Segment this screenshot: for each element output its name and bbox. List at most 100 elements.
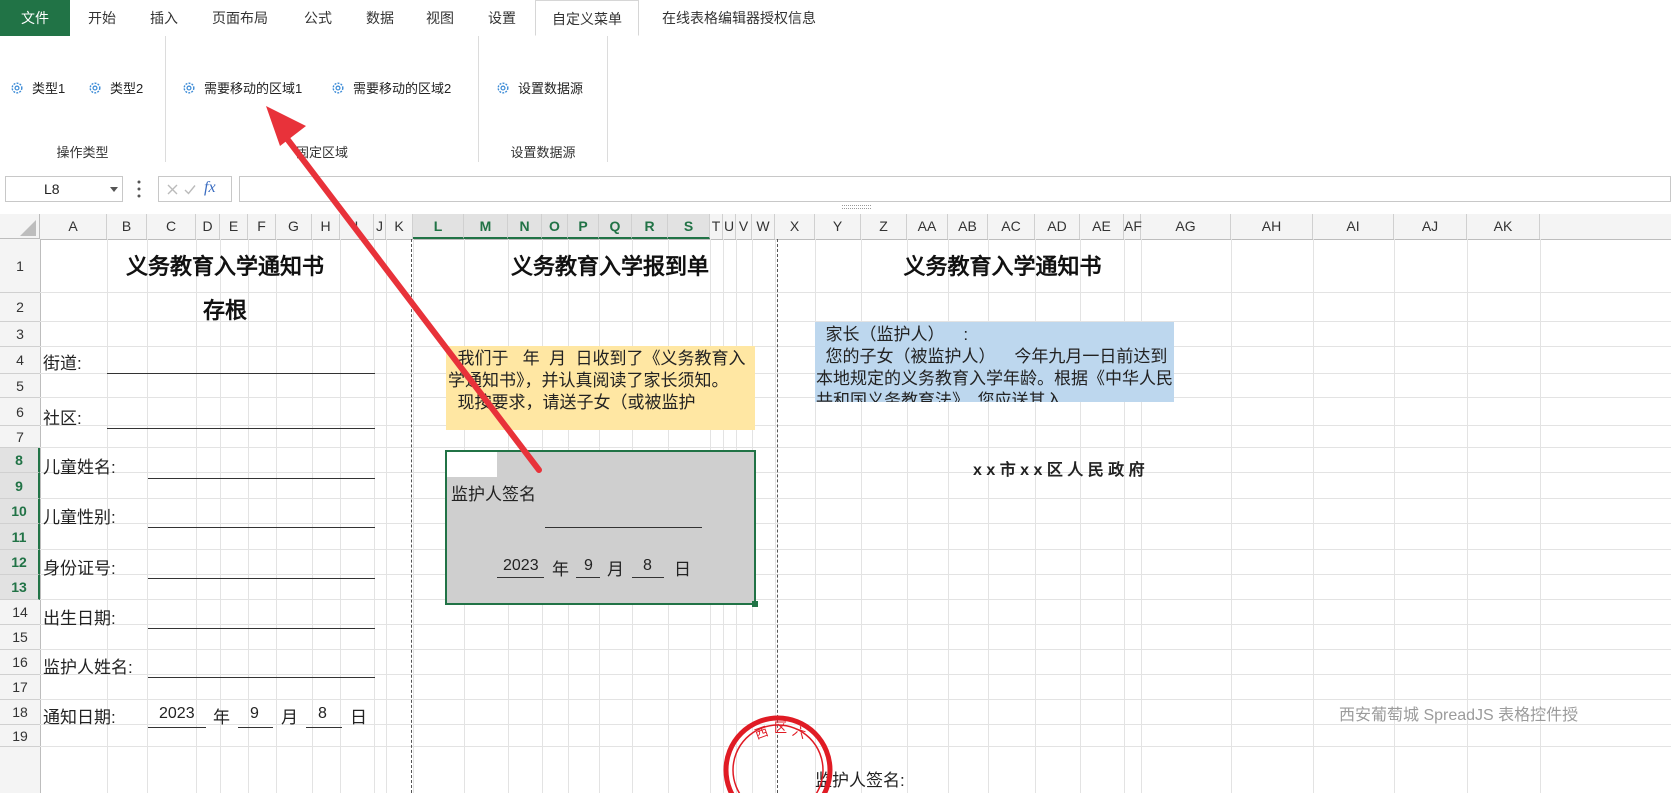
row-header-5[interactable]: 5 xyxy=(0,374,40,398)
column-header-g[interactable]: G xyxy=(276,214,312,239)
row-header-9[interactable]: 9 xyxy=(0,473,40,499)
fill-handle[interactable] xyxy=(752,601,758,607)
tab-home[interactable]: 开始 xyxy=(74,0,130,36)
column-header-l[interactable]: L xyxy=(413,214,464,239)
gridline-vertical xyxy=(413,239,414,793)
tab-file[interactable]: 文件 xyxy=(0,0,70,36)
set-datasource-button[interactable]: 设置数据源 xyxy=(496,78,583,100)
formula-input[interactable] xyxy=(239,176,1671,202)
more-vertical-icon[interactable] xyxy=(136,178,142,200)
column-header-ad[interactable]: AD xyxy=(1035,214,1080,239)
column-header-i[interactable]: I xyxy=(340,214,374,239)
street-underline xyxy=(107,373,375,374)
row-header-4[interactable]: 4 xyxy=(0,347,40,374)
row-header-16[interactable]: 16 xyxy=(0,650,40,675)
column-header-t[interactable]: T xyxy=(710,214,723,239)
tab-page-layout[interactable]: 页面布局 xyxy=(200,0,280,36)
row-header-14[interactable]: 14 xyxy=(0,600,40,625)
column-header-f[interactable]: F xyxy=(248,214,276,239)
column-header-ag[interactable]: AG xyxy=(1141,214,1231,239)
row-header-15[interactable]: 15 xyxy=(0,625,40,650)
check-icon[interactable] xyxy=(184,184,196,195)
tab-data[interactable]: 数据 xyxy=(352,0,408,36)
cancel-icon[interactable] xyxy=(167,184,178,195)
report-paragraph: 我们于 年 月 日收到了《义务教育入学通知书》，并认真阅读了家长须知。 现按要求… xyxy=(448,349,746,412)
tab-license-info[interactable]: 在线表格编辑器授权信息 xyxy=(646,0,832,36)
move-area2-button[interactable]: 需要移动的区域2 xyxy=(331,78,451,100)
guardian-sign-underline xyxy=(545,527,702,528)
tab-formula[interactable]: 公式 xyxy=(290,0,346,36)
column-header-aj[interactable]: AJ xyxy=(1394,214,1467,239)
row-header-13[interactable]: 13 xyxy=(0,575,40,600)
column-header-ah[interactable]: AH xyxy=(1231,214,1313,239)
column-header-z[interactable]: Z xyxy=(861,214,907,239)
column-header-aa[interactable]: AA xyxy=(907,214,948,239)
column-header-r[interactable]: R xyxy=(632,214,668,239)
cell-area[interactable]: 义务教育入学通知书 存根 街道: 社区: 儿童姓名: 儿童性别: 身份证号: 出… xyxy=(40,239,1671,793)
row-header-8[interactable]: 8 xyxy=(0,448,40,473)
svg-text:西: 西 xyxy=(753,724,770,743)
report-paragraph-cell[interactable]: 我们于 年 月 日收到了《义务教育入学通知书》，并认真阅读了家长须知。 现按要求… xyxy=(446,346,755,430)
row-header-12[interactable]: 12 xyxy=(0,550,40,575)
column-header-u[interactable]: U xyxy=(723,214,736,239)
group-label-op-type: 操作类型 xyxy=(56,145,109,160)
column-header-s[interactable]: S xyxy=(668,214,710,239)
street-label: 街道: xyxy=(43,354,82,373)
column-header-o[interactable]: O xyxy=(542,214,568,239)
move-area1-button[interactable]: 需要移动的区域1 xyxy=(182,78,302,100)
row-header-2[interactable]: 2 xyxy=(0,293,40,322)
community-underline xyxy=(107,428,375,429)
column-header-v[interactable]: V xyxy=(736,214,752,239)
column-header-ai[interactable]: AI xyxy=(1313,214,1394,239)
type2-button[interactable]: 类型2 xyxy=(88,78,143,100)
row-header-17[interactable]: 17 xyxy=(0,675,40,700)
column-header-m[interactable]: M xyxy=(464,214,508,239)
column-header-p[interactable]: P xyxy=(568,214,599,239)
tab-insert[interactable]: 插入 xyxy=(136,0,192,36)
fx-icon[interactable]: fx xyxy=(204,179,216,197)
column-header-a[interactable]: A xyxy=(40,214,107,239)
row-header-6[interactable]: 6 xyxy=(0,398,40,426)
active-cell-l8[interactable] xyxy=(447,452,497,477)
column-header-q[interactable]: Q xyxy=(599,214,632,239)
chevron-down-icon[interactable] xyxy=(110,187,118,192)
row-header-7[interactable]: 7 xyxy=(0,426,40,448)
column-header-j[interactable]: J xyxy=(374,214,386,239)
select-all-corner[interactable] xyxy=(0,214,40,239)
type1-button[interactable]: 类型1 xyxy=(10,78,65,100)
row-header-3[interactable]: 3 xyxy=(0,322,40,347)
tab-custom-menu[interactable]: 自定义菜单 xyxy=(535,0,639,36)
row-header-1[interactable]: 1 xyxy=(0,239,40,293)
notice-paragraph-cell[interactable]: 家长（监护人） : 您的子女（被监护人） 今年九月一日前达到本地规定的义务教育入… xyxy=(815,322,1174,402)
column-header-x[interactable]: X xyxy=(775,214,815,239)
column-header-ab[interactable]: AB xyxy=(948,214,988,239)
row-header-10[interactable]: 10 xyxy=(0,499,40,524)
column-header-c[interactable]: C xyxy=(147,214,196,239)
row-header-18[interactable]: 18 xyxy=(0,700,40,725)
name-box[interactable]: L8 xyxy=(5,176,123,202)
column-header-b[interactable]: B xyxy=(107,214,147,239)
column-header-y[interactable]: Y xyxy=(815,214,861,239)
tab-view[interactable]: 视图 xyxy=(412,0,468,36)
birth-date-label: 出生日期: xyxy=(43,609,116,628)
gear-icon xyxy=(497,82,509,94)
column-header-ak[interactable]: AK xyxy=(1467,214,1540,239)
resize-handle-icon[interactable] xyxy=(842,204,872,210)
row-header-11[interactable]: 11 xyxy=(0,524,40,550)
row-header-19[interactable]: 19 xyxy=(0,725,40,747)
gear-icon xyxy=(183,82,195,94)
column-header-e[interactable]: E xyxy=(220,214,248,239)
column-header-ae[interactable]: AE xyxy=(1080,214,1124,239)
column-header-w[interactable]: W xyxy=(752,214,775,239)
tab-settings[interactable]: 设置 xyxy=(474,0,530,36)
column-header-af[interactable]: AF xyxy=(1124,214,1142,239)
column-header-h[interactable]: H xyxy=(312,214,340,239)
column-header-d[interactable]: D xyxy=(196,214,220,239)
report-day-value: 8 xyxy=(643,557,652,574)
column-header-n[interactable]: N xyxy=(508,214,542,239)
move-area2-label: 需要移动的区域2 xyxy=(353,81,452,96)
column-header-k[interactable]: K xyxy=(386,214,413,239)
notice-paragraph: 家长（监护人） : 您的子女（被监护人） 今年九月一日前达到本地规定的义务教育入… xyxy=(816,325,1173,402)
column-header-ac[interactable]: AC xyxy=(988,214,1035,239)
gridline-horizontal xyxy=(40,699,1671,700)
